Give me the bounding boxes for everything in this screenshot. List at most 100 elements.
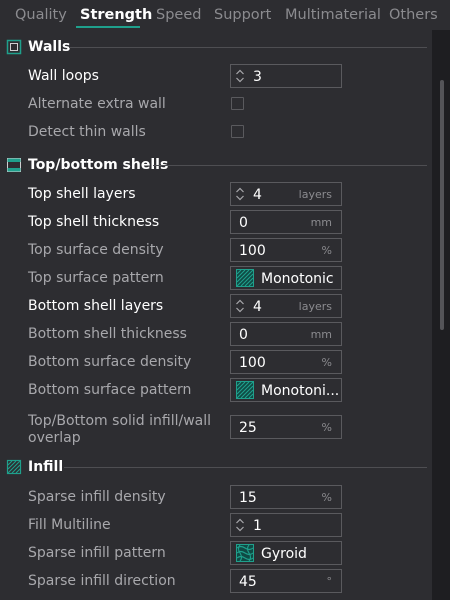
wall-loops-label: Wall loops: [28, 68, 99, 84]
sparse-infill-density-label: Sparse infill density: [28, 489, 166, 505]
scrollbar-thumb[interactable]: [440, 80, 444, 330]
bottom-surface-density-unit: %: [321, 356, 332, 369]
sparse-infill-density-unit: %: [321, 491, 332, 504]
section-title-infill: Infill: [28, 459, 64, 475]
top-shell-thickness-value[interactable]: 0: [239, 213, 248, 233]
sparse-infill-direction-label: Sparse infill direction: [28, 573, 176, 589]
bottom-shell-layers-value[interactable]: 4: [253, 297, 262, 317]
fill-multiline-stepper[interactable]: 1: [230, 513, 342, 537]
top-shell-thickness-label: Top shell thickness: [28, 214, 160, 230]
wall-loops-stepper[interactable]: 3: [230, 64, 342, 88]
sparse-infill-density-input[interactable]: 15 %: [230, 485, 342, 509]
row-top-surface-pattern: Top surface pattern Monotonic: [0, 265, 432, 291]
tab-others[interactable]: Others: [389, 5, 438, 25]
sparse-infill-direction-input[interactable]: 45 °: [230, 569, 342, 593]
row-top-surface-density: Top surface density 100 %: [0, 237, 432, 263]
section-walls: Walls: [0, 36, 432, 58]
tab-speed[interactable]: Speed: [156, 5, 201, 25]
detect-thin-walls-checkbox[interactable]: [231, 125, 244, 138]
gyroid-pattern-icon: [236, 544, 254, 562]
bottom-shell-layers-unit: layers: [298, 300, 332, 313]
top-shell-thickness-input[interactable]: 0 mm: [230, 210, 342, 234]
row-wall-loops: Wall loops 3: [0, 63, 432, 89]
top-shell-layers-unit: layers: [298, 188, 332, 201]
top-surface-density-unit: %: [321, 244, 332, 257]
row-sparse-infill-density: Sparse infill density 15 %: [0, 484, 432, 510]
bottom-surface-density-value[interactable]: 100: [239, 353, 266, 373]
row-bottom-shell-layers: Bottom shell layers 4 layers: [0, 293, 432, 319]
sparse-infill-density-value[interactable]: 15: [239, 488, 257, 508]
row-fill-multiline: Fill Multiline 1: [0, 512, 432, 538]
bottom-shell-layers-label: Bottom shell layers: [28, 298, 164, 314]
top-shell-layers-stepper[interactable]: 4 layers: [230, 182, 342, 206]
bottom-shell-thickness-input[interactable]: 0 mm: [230, 322, 342, 346]
fill-multiline-value[interactable]: 1: [253, 516, 262, 536]
solid-infill-overlap-input[interactable]: 25 %: [230, 415, 342, 439]
bottom-surface-density-input[interactable]: 100 %: [230, 350, 342, 374]
shells-icon: [7, 158, 21, 172]
wall-loops-value[interactable]: 3: [253, 67, 262, 87]
top-shell-thickness-unit: mm: [310, 216, 332, 229]
sparse-infill-pattern-label: Sparse infill pattern: [28, 545, 166, 561]
sparse-infill-pattern-value[interactable]: Gyroid: [261, 544, 307, 564]
monotonic-pattern-icon: [236, 269, 254, 287]
top-surface-pattern-value[interactable]: Monotonic: [261, 269, 334, 289]
row-alternate-extra-wall: Alternate extra wall: [0, 91, 432, 117]
spin-arrows-icon[interactable]: [235, 517, 245, 533]
section-infill: Infill: [0, 456, 432, 478]
row-bottom-shell-thickness: Bottom shell thickness 0 mm: [0, 321, 432, 347]
row-top-shell-layers: Top shell layers 4 layers: [0, 181, 432, 207]
bottom-surface-pattern-dropdown[interactable]: Monotoni...: [230, 378, 342, 402]
detect-thin-walls-label: Detect thin walls: [28, 124, 146, 140]
solid-infill-overlap-label: Top/Bottom solid infill/wall overlap: [28, 413, 212, 446]
bottom-surface-pattern-value[interactable]: Monotoni...: [261, 381, 339, 401]
active-tab-indicator: [76, 26, 140, 28]
tab-strength[interactable]: Strength: [80, 5, 152, 25]
row-detect-thin-walls: Detect thin walls: [0, 119, 432, 145]
bottom-shell-layers-stepper[interactable]: 4 layers: [230, 294, 342, 318]
scrollbar[interactable]: [432, 30, 450, 600]
sparse-infill-direction-unit: °: [326, 575, 333, 588]
fill-multiline-label: Fill Multiline: [28, 517, 111, 533]
tab-support[interactable]: Support: [214, 5, 271, 25]
section-divider: [64, 467, 427, 468]
solid-infill-overlap-value[interactable]: 25: [239, 418, 257, 438]
row-top-shell-thickness: Top shell thickness 0 mm: [0, 209, 432, 235]
top-surface-density-input[interactable]: 100 %: [230, 238, 342, 262]
monotonic-pattern-icon: [236, 381, 254, 399]
section-divider: [153, 165, 427, 166]
infill-icon: [6, 459, 22, 475]
row-solid-infill-overlap: Top/Bottom solid infill/wall overlap 25 …: [0, 413, 432, 446]
top-shell-layers-label: Top shell layers: [28, 186, 136, 202]
bottom-shell-thickness-unit: mm: [310, 328, 332, 341]
spin-arrows-icon[interactable]: [235, 186, 245, 202]
top-surface-pattern-label: Top surface pattern: [28, 270, 164, 286]
tab-multimaterial[interactable]: Multimaterial: [285, 5, 381, 25]
row-bottom-surface-pattern: Bottom surface pattern Monotoni...: [0, 377, 432, 403]
row-sparse-infill-direction: Sparse infill direction 45 °: [0, 568, 432, 594]
row-sparse-infill-pattern: Sparse infill pattern Gyroid: [0, 540, 432, 566]
top-surface-density-label: Top surface density: [28, 242, 164, 258]
alternate-extra-wall-checkbox[interactable]: [231, 97, 244, 110]
top-shell-layers-value[interactable]: 4: [253, 185, 262, 205]
bottom-shell-thickness-label: Bottom shell thickness: [28, 326, 187, 342]
sparse-infill-pattern-dropdown[interactable]: Gyroid: [230, 541, 342, 565]
bottom-surface-density-label: Bottom surface density: [28, 354, 192, 370]
alternate-extra-wall-label: Alternate extra wall: [28, 96, 166, 112]
top-surface-pattern-dropdown[interactable]: Monotonic: [230, 266, 342, 290]
section-title-walls: Walls: [28, 39, 71, 55]
row-bottom-surface-density: Bottom surface density 100 %: [0, 349, 432, 375]
solid-infill-overlap-unit: %: [321, 421, 332, 434]
section-divider: [69, 47, 427, 48]
settings-tab-bar: Quality Strength Speed Support Multimate…: [0, 0, 450, 30]
walls-icon: [6, 39, 22, 55]
section-title-shells: Top/bottom shells: [28, 157, 169, 173]
bottom-surface-pattern-label: Bottom surface pattern: [28, 382, 192, 398]
section-top-bottom-shells: Top/bottom shells: [0, 154, 432, 176]
bottom-shell-thickness-value[interactable]: 0: [239, 325, 248, 345]
sparse-infill-direction-value[interactable]: 45: [239, 572, 257, 592]
spin-arrows-icon[interactable]: [235, 68, 245, 84]
top-surface-density-value[interactable]: 100: [239, 241, 266, 261]
tab-quality[interactable]: Quality: [15, 5, 67, 25]
spin-arrows-icon[interactable]: [235, 298, 245, 314]
